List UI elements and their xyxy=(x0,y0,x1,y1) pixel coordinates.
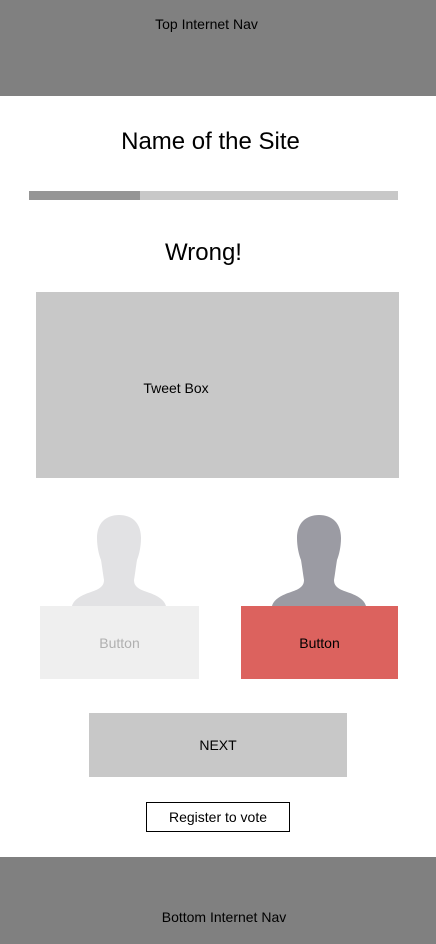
register-button-label: Register to vote xyxy=(168,809,268,825)
person-silhouette-icon xyxy=(272,515,366,606)
bottom-nav: Bottom Internet Nav xyxy=(0,857,436,944)
top-nav: Top Internet Nav xyxy=(0,0,436,96)
register-to-vote-button[interactable]: Register to vote xyxy=(146,802,290,832)
tweet-box-label: Tweet Box xyxy=(143,380,209,396)
tweet-box: Tweet Box xyxy=(36,292,399,478)
person-silhouette-icon xyxy=(72,515,166,606)
choice-left-label: Button xyxy=(99,634,140,651)
site-title: Name of the Site xyxy=(121,128,300,155)
result-heading: Wrong! xyxy=(165,239,242,266)
bottom-nav-label: Bottom Internet Nav xyxy=(161,909,287,925)
choice-right-label: Button xyxy=(299,634,340,651)
choice-right-button[interactable]: Button xyxy=(241,606,398,679)
choice-left-button[interactable]: Button xyxy=(40,606,199,679)
progress-bar xyxy=(29,191,398,200)
top-nav-label: Top Internet Nav xyxy=(155,16,258,32)
next-button[interactable]: NEXT xyxy=(89,713,347,777)
next-button-label: NEXT xyxy=(199,737,237,753)
progress-fill xyxy=(29,191,140,200)
